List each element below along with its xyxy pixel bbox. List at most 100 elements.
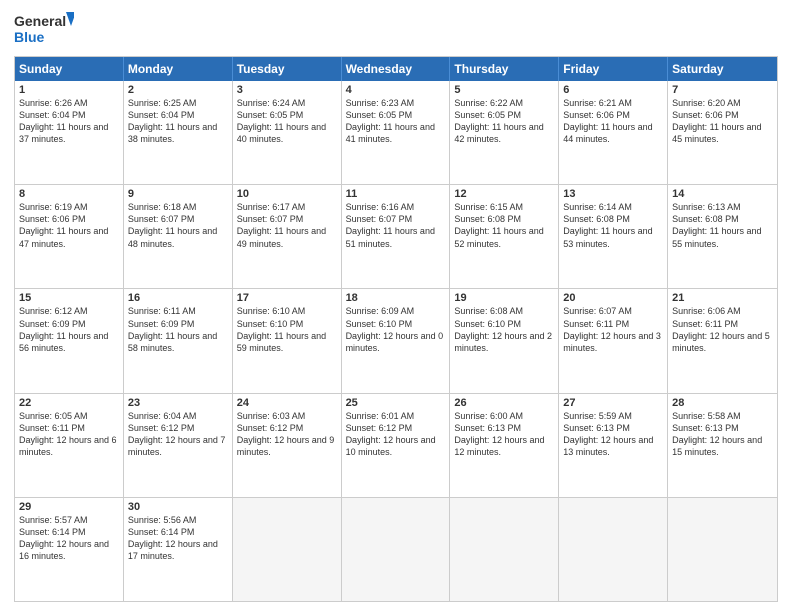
day-number: 15 bbox=[19, 292, 119, 304]
day-name-monday: Monday bbox=[124, 57, 233, 81]
day-name-wednesday: Wednesday bbox=[342, 57, 451, 81]
cell-info: Sunrise: 6:05 AMSunset: 6:11 PMDaylight:… bbox=[19, 411, 117, 457]
day-number: 17 bbox=[237, 292, 337, 304]
day-number: 16 bbox=[128, 292, 228, 304]
calendar-cell bbox=[559, 498, 668, 601]
day-number: 10 bbox=[237, 188, 337, 200]
calendar-cell bbox=[668, 498, 777, 601]
day-number: 29 bbox=[19, 501, 119, 513]
calendar-cell: 17 Sunrise: 6:10 AMSunset: 6:10 PMDaylig… bbox=[233, 289, 342, 392]
cell-info: Sunrise: 6:01 AMSunset: 6:12 PMDaylight:… bbox=[346, 411, 436, 457]
cell-info: Sunrise: 5:57 AMSunset: 6:14 PMDaylight:… bbox=[19, 515, 109, 561]
day-number: 24 bbox=[237, 397, 337, 409]
calendar-cell: 4 Sunrise: 6:23 AMSunset: 6:05 PMDayligh… bbox=[342, 81, 451, 184]
cell-info: Sunrise: 6:23 AMSunset: 6:05 PMDaylight:… bbox=[346, 98, 435, 144]
day-number: 11 bbox=[346, 188, 446, 200]
day-number: 23 bbox=[128, 397, 228, 409]
calendar-cell: 16 Sunrise: 6:11 AMSunset: 6:09 PMDaylig… bbox=[124, 289, 233, 392]
cell-info: Sunrise: 6:08 AMSunset: 6:10 PMDaylight:… bbox=[454, 306, 552, 352]
day-number: 28 bbox=[672, 397, 773, 409]
cell-info: Sunrise: 6:14 AMSunset: 6:08 PMDaylight:… bbox=[563, 202, 652, 248]
cell-info: Sunrise: 6:15 AMSunset: 6:08 PMDaylight:… bbox=[454, 202, 543, 248]
day-name-sunday: Sunday bbox=[15, 57, 124, 81]
day-number: 25 bbox=[346, 397, 446, 409]
cell-info: Sunrise: 6:24 AMSunset: 6:05 PMDaylight:… bbox=[237, 98, 326, 144]
calendar-cell: 28 Sunrise: 5:58 AMSunset: 6:13 PMDaylig… bbox=[668, 394, 777, 497]
calendar-cell: 29 Sunrise: 5:57 AMSunset: 6:14 PMDaylig… bbox=[15, 498, 124, 601]
cell-info: Sunrise: 5:56 AMSunset: 6:14 PMDaylight:… bbox=[128, 515, 218, 561]
calendar-cell: 5 Sunrise: 6:22 AMSunset: 6:05 PMDayligh… bbox=[450, 81, 559, 184]
day-number: 5 bbox=[454, 84, 554, 96]
calendar-cell bbox=[450, 498, 559, 601]
calendar-row-0: 1 Sunrise: 6:26 AMSunset: 6:04 PMDayligh… bbox=[15, 81, 777, 184]
cell-info: Sunrise: 6:17 AMSunset: 6:07 PMDaylight:… bbox=[237, 202, 326, 248]
calendar-body: 1 Sunrise: 6:26 AMSunset: 6:04 PMDayligh… bbox=[15, 81, 777, 601]
cell-info: Sunrise: 6:16 AMSunset: 6:07 PMDaylight:… bbox=[346, 202, 435, 248]
day-number: 9 bbox=[128, 188, 228, 200]
calendar-cell: 7 Sunrise: 6:20 AMSunset: 6:06 PMDayligh… bbox=[668, 81, 777, 184]
calendar-cell: 23 Sunrise: 6:04 AMSunset: 6:12 PMDaylig… bbox=[124, 394, 233, 497]
calendar-cell: 14 Sunrise: 6:13 AMSunset: 6:08 PMDaylig… bbox=[668, 185, 777, 288]
svg-text:General: General bbox=[14, 13, 66, 29]
day-name-saturday: Saturday bbox=[668, 57, 777, 81]
cell-info: Sunrise: 5:59 AMSunset: 6:13 PMDaylight:… bbox=[563, 411, 653, 457]
cell-info: Sunrise: 6:04 AMSunset: 6:12 PMDaylight:… bbox=[128, 411, 226, 457]
day-number: 27 bbox=[563, 397, 663, 409]
calendar-cell: 27 Sunrise: 5:59 AMSunset: 6:13 PMDaylig… bbox=[559, 394, 668, 497]
calendar-cell: 10 Sunrise: 6:17 AMSunset: 6:07 PMDaylig… bbox=[233, 185, 342, 288]
day-number: 30 bbox=[128, 501, 228, 513]
cell-info: Sunrise: 6:25 AMSunset: 6:04 PMDaylight:… bbox=[128, 98, 217, 144]
cell-info: Sunrise: 6:00 AMSunset: 6:13 PMDaylight:… bbox=[454, 411, 544, 457]
cell-info: Sunrise: 6:20 AMSunset: 6:06 PMDaylight:… bbox=[672, 98, 761, 144]
day-number: 7 bbox=[672, 84, 773, 96]
calendar-cell: 15 Sunrise: 6:12 AMSunset: 6:09 PMDaylig… bbox=[15, 289, 124, 392]
cell-info: Sunrise: 6:19 AMSunset: 6:06 PMDaylight:… bbox=[19, 202, 108, 248]
day-number: 4 bbox=[346, 84, 446, 96]
day-number: 6 bbox=[563, 84, 663, 96]
day-number: 19 bbox=[454, 292, 554, 304]
calendar-cell: 30 Sunrise: 5:56 AMSunset: 6:14 PMDaylig… bbox=[124, 498, 233, 601]
cell-info: Sunrise: 6:18 AMSunset: 6:07 PMDaylight:… bbox=[128, 202, 217, 248]
calendar-cell: 21 Sunrise: 6:06 AMSunset: 6:11 PMDaylig… bbox=[668, 289, 777, 392]
calendar-cell: 6 Sunrise: 6:21 AMSunset: 6:06 PMDayligh… bbox=[559, 81, 668, 184]
day-number: 14 bbox=[672, 188, 773, 200]
cell-info: Sunrise: 6:12 AMSunset: 6:09 PMDaylight:… bbox=[19, 306, 108, 352]
calendar-cell: 8 Sunrise: 6:19 AMSunset: 6:06 PMDayligh… bbox=[15, 185, 124, 288]
cell-info: Sunrise: 6:07 AMSunset: 6:11 PMDaylight:… bbox=[563, 306, 661, 352]
day-number: 1 bbox=[19, 84, 119, 96]
cell-info: Sunrise: 6:13 AMSunset: 6:08 PMDaylight:… bbox=[672, 202, 761, 248]
day-name-friday: Friday bbox=[559, 57, 668, 81]
day-number: 13 bbox=[563, 188, 663, 200]
day-number: 3 bbox=[237, 84, 337, 96]
day-number: 22 bbox=[19, 397, 119, 409]
day-name-tuesday: Tuesday bbox=[233, 57, 342, 81]
calendar-cell: 11 Sunrise: 6:16 AMSunset: 6:07 PMDaylig… bbox=[342, 185, 451, 288]
calendar-cell: 22 Sunrise: 6:05 AMSunset: 6:11 PMDaylig… bbox=[15, 394, 124, 497]
svg-text:Blue: Blue bbox=[14, 29, 45, 45]
cell-info: Sunrise: 6:22 AMSunset: 6:05 PMDaylight:… bbox=[454, 98, 543, 144]
calendar-cell: 20 Sunrise: 6:07 AMSunset: 6:11 PMDaylig… bbox=[559, 289, 668, 392]
calendar-row-3: 22 Sunrise: 6:05 AMSunset: 6:11 PMDaylig… bbox=[15, 393, 777, 497]
logo-svg: General Blue bbox=[14, 10, 74, 48]
calendar-cell: 1 Sunrise: 6:26 AMSunset: 6:04 PMDayligh… bbox=[15, 81, 124, 184]
calendar-cell: 25 Sunrise: 6:01 AMSunset: 6:12 PMDaylig… bbox=[342, 394, 451, 497]
cell-info: Sunrise: 6:09 AMSunset: 6:10 PMDaylight:… bbox=[346, 306, 444, 352]
page-header: General Blue bbox=[14, 10, 778, 48]
calendar-cell: 13 Sunrise: 6:14 AMSunset: 6:08 PMDaylig… bbox=[559, 185, 668, 288]
calendar-cell: 3 Sunrise: 6:24 AMSunset: 6:05 PMDayligh… bbox=[233, 81, 342, 184]
calendar-row-4: 29 Sunrise: 5:57 AMSunset: 6:14 PMDaylig… bbox=[15, 497, 777, 601]
day-number: 20 bbox=[563, 292, 663, 304]
calendar-cell: 18 Sunrise: 6:09 AMSunset: 6:10 PMDaylig… bbox=[342, 289, 451, 392]
calendar-cell: 12 Sunrise: 6:15 AMSunset: 6:08 PMDaylig… bbox=[450, 185, 559, 288]
day-number: 12 bbox=[454, 188, 554, 200]
calendar-cell bbox=[342, 498, 451, 601]
cell-info: Sunrise: 5:58 AMSunset: 6:13 PMDaylight:… bbox=[672, 411, 762, 457]
day-number: 8 bbox=[19, 188, 119, 200]
cell-info: Sunrise: 6:26 AMSunset: 6:04 PMDaylight:… bbox=[19, 98, 108, 144]
calendar: SundayMondayTuesdayWednesdayThursdayFrid… bbox=[14, 56, 778, 602]
calendar-row-1: 8 Sunrise: 6:19 AMSunset: 6:06 PMDayligh… bbox=[15, 184, 777, 288]
cell-info: Sunrise: 6:03 AMSunset: 6:12 PMDaylight:… bbox=[237, 411, 335, 457]
calendar-row-2: 15 Sunrise: 6:12 AMSunset: 6:09 PMDaylig… bbox=[15, 288, 777, 392]
logo: General Blue bbox=[14, 10, 74, 48]
cell-info: Sunrise: 6:21 AMSunset: 6:06 PMDaylight:… bbox=[563, 98, 652, 144]
